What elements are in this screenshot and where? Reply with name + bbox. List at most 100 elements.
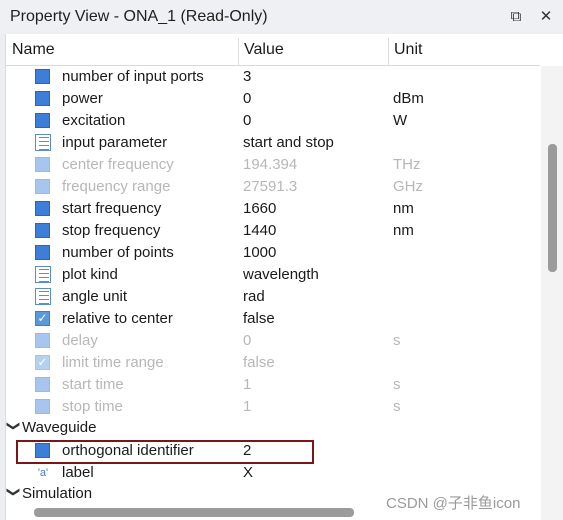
- property-name: excitation: [62, 112, 126, 129]
- property-name: start time: [62, 376, 124, 393]
- group-label: Waveguide: [22, 419, 97, 436]
- property-value[interactable]: 0: [243, 112, 251, 129]
- chevron-down-icon[interactable]: ❯: [6, 421, 21, 432]
- property-unit: s: [393, 332, 401, 349]
- numeric-property-icon: [34, 90, 52, 108]
- column-header-value[interactable]: Value: [244, 34, 284, 65]
- property-row[interactable]: 'a' label X: [6, 462, 540, 484]
- property-value[interactable]: 0: [243, 90, 251, 107]
- numeric-property-icon: [34, 178, 52, 196]
- column-divider[interactable]: [238, 38, 239, 66]
- restore-icon[interactable]: ⧉: [506, 7, 526, 27]
- property-value: 27591.3: [243, 178, 298, 195]
- property-name: orthogonal identifier: [62, 442, 194, 459]
- property-value[interactable]: X: [243, 464, 253, 481]
- horizontal-scrollbar-thumb[interactable]: [34, 508, 354, 517]
- property-value: false: [243, 354, 275, 371]
- property-unit: GHz: [393, 178, 423, 195]
- property-row[interactable]: number of input ports 3: [6, 66, 540, 88]
- group-waveguide[interactable]: ❯ Waveguide: [6, 418, 540, 440]
- property-row[interactable]: power 0 dBm: [6, 88, 540, 110]
- table-header: Name Value Unit: [6, 34, 540, 66]
- property-unit: THz: [393, 156, 421, 173]
- numeric-property-icon: [34, 398, 52, 416]
- property-row[interactable]: start frequency 1660 nm: [6, 198, 540, 220]
- numeric-property-icon: [34, 112, 52, 130]
- property-value[interactable]: 2: [243, 442, 251, 459]
- text-property-icon: 'a': [37, 467, 49, 479]
- property-row: frequency range 27591.3 GHz: [6, 176, 540, 198]
- property-row[interactable]: plot kind wavelength: [6, 264, 540, 286]
- property-row[interactable]: input parameter start and stop: [6, 132, 540, 154]
- numeric-property-icon: [34, 156, 52, 174]
- property-value: 0: [243, 332, 252, 349]
- checkbox-icon: ✓: [34, 354, 52, 372]
- property-value[interactable]: 1000: [243, 244, 276, 261]
- property-unit: nm: [393, 200, 414, 217]
- property-name: center frequency: [62, 156, 174, 173]
- property-value: 1: [243, 398, 252, 415]
- property-name: plot kind: [62, 266, 118, 283]
- property-value[interactable]: false: [243, 310, 275, 327]
- property-name: number of points: [62, 244, 174, 261]
- property-value[interactable]: 1660: [243, 200, 276, 217]
- property-row: delay 0 s: [6, 330, 540, 352]
- property-row[interactable]: angle unit rad: [6, 286, 540, 308]
- property-name: delay: [62, 332, 98, 349]
- numeric-property-icon: [34, 332, 52, 350]
- property-value[interactable]: 1440: [243, 222, 276, 239]
- title-bar: Property View - ONA_1 (Read-Only) ⧉ ✕: [0, 0, 563, 35]
- property-unit: s: [393, 398, 401, 415]
- property-row: start time 1 s: [6, 374, 540, 396]
- list-property-icon: [34, 288, 52, 306]
- list-property-icon: [34, 134, 52, 152]
- column-header-name[interactable]: Name: [12, 34, 55, 65]
- numeric-property-icon: [34, 68, 52, 86]
- vertical-scrollbar-thumb[interactable]: [548, 144, 557, 272]
- property-value[interactable]: rad: [243, 288, 265, 305]
- checkbox-icon: ✓: [34, 310, 52, 328]
- column-header-unit[interactable]: Unit: [394, 34, 422, 65]
- property-unit: W: [393, 112, 408, 129]
- property-row[interactable]: ✓ relative to center false: [6, 308, 540, 330]
- numeric-property-icon: [34, 376, 52, 394]
- property-value[interactable]: wavelength: [243, 266, 319, 283]
- numeric-property-icon: [34, 200, 52, 218]
- property-name: limit time range: [62, 354, 164, 371]
- numeric-property-icon: [34, 222, 52, 240]
- property-row[interactable]: orthogonal identifier 2: [6, 440, 540, 462]
- property-value[interactable]: start and stop: [243, 134, 334, 151]
- property-row[interactable]: excitation 0 W: [6, 110, 540, 132]
- property-unit: s: [393, 376, 401, 393]
- property-unit: nm: [393, 222, 414, 239]
- property-value: 194.394: [243, 156, 298, 173]
- property-table: Name Value Unit number of input ports 3 po…: [6, 34, 563, 520]
- property-rows: number of input ports 3 power 0 dBm excitatio…: [6, 66, 540, 506]
- close-icon[interactable]: ✕: [536, 7, 556, 27]
- property-name: input parameter: [62, 134, 168, 151]
- column-divider[interactable]: [388, 38, 389, 66]
- numeric-property-icon: [34, 244, 52, 262]
- vertical-scrollbar[interactable]: [541, 66, 563, 520]
- property-value[interactable]: 3: [243, 68, 251, 85]
- property-row[interactable]: stop frequency 1440 nm: [6, 220, 540, 242]
- property-row: ✓ limit time range false: [6, 352, 540, 374]
- property-name: power: [62, 90, 103, 107]
- property-row: stop time 1 s: [6, 396, 540, 418]
- property-name: start frequency: [62, 200, 162, 217]
- watermark: CSDN @子非鱼icon: [386, 495, 521, 512]
- property-unit: dBm: [393, 90, 424, 107]
- property-name: stop time: [62, 398, 123, 415]
- group-label: Simulation: [22, 485, 93, 502]
- property-value: 1: [243, 376, 252, 393]
- property-name: label: [62, 464, 94, 481]
- property-name: number of input ports: [62, 68, 204, 85]
- property-name: stop frequency: [62, 222, 161, 239]
- numeric-property-icon: [34, 442, 52, 460]
- property-name: frequency range: [62, 178, 171, 195]
- property-name: relative to center: [62, 310, 173, 327]
- list-property-icon: [34, 266, 52, 284]
- chevron-down-icon[interactable]: ❯: [6, 487, 21, 498]
- property-row[interactable]: number of points 1000: [6, 242, 540, 264]
- property-name: angle unit: [62, 288, 128, 305]
